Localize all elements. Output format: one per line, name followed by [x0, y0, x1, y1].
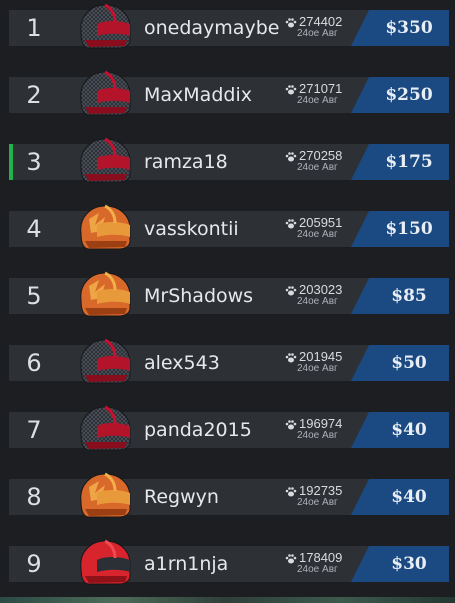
score-block: 274402 24ое Авг [285, 14, 357, 44]
score-date: 24ое Авг [297, 28, 338, 39]
prize-badge: $30 [351, 546, 449, 582]
score-block: 178409 24ое Авг [285, 550, 357, 580]
rank-number: 9 [26, 550, 42, 578]
player-name[interactable]: a1rn1nja [144, 546, 228, 582]
score-value: 271071 [299, 81, 343, 96]
score-value: 178409 [299, 550, 343, 565]
carbon-red-helmet-icon [75, 69, 133, 119]
score-block: 203023 24ое Авг [285, 282, 357, 312]
prize-badge: $250 [351, 77, 449, 113]
rank-number: 7 [26, 416, 42, 444]
player-name[interactable]: alex543 [144, 345, 220, 381]
rank-number: 5 [26, 282, 42, 310]
prize-amount: $150 [385, 219, 433, 239]
prize-badge: $175 [351, 144, 449, 180]
leaderboard-row[interactable]: 4 vasskontii 205951 24ое Авг $150 [9, 204, 449, 250]
rank-number: 4 [26, 215, 42, 243]
bottom-background-strip [0, 597, 455, 603]
prize-badge: $40 [351, 479, 449, 515]
player-name[interactable]: panda2015 [144, 412, 252, 448]
leaderboard-row[interactable]: 2 MaxMaddix 271071 24ое Авг $250 [9, 70, 449, 116]
score-date: 24ое Авг [297, 296, 338, 307]
player-name[interactable]: vasskontii [144, 211, 239, 247]
score-date: 24ое Авг [297, 229, 338, 240]
leaderboard-row[interactable]: 9 a1rn1nja 178409 24ое Авг $30 [9, 539, 449, 585]
leaderboard-row[interactable]: 1 onedaymaybe 274402 24ое Авг $350 [9, 3, 449, 49]
score-block: 201945 24ое Авг [285, 349, 357, 379]
orange-flame-helmet-icon [75, 270, 133, 320]
carbon-red-helmet-icon [75, 2, 133, 52]
player-name[interactable]: MaxMaddix [144, 77, 252, 113]
score-block: 192735 24ое Авг [285, 483, 357, 513]
score-date: 24ое Авг [297, 363, 338, 374]
score-block: 205951 24ое Авг [285, 215, 357, 245]
score-date: 24ое Авг [297, 430, 338, 441]
player-name[interactable]: MrShadows [144, 278, 253, 314]
rank-number: 8 [26, 483, 42, 511]
score-value: 203023 [299, 282, 343, 297]
red-helmet-icon [75, 538, 133, 588]
score-block: 196974 24ое Авг [285, 416, 357, 446]
carbon-red-helmet-icon [75, 136, 133, 186]
prize-amount: $30 [391, 554, 427, 574]
prize-amount: $350 [385, 18, 433, 38]
leaderboard-row[interactable]: 8 Regwyn 192735 24ое Авг $40 [9, 472, 449, 518]
score-value: 205951 [299, 215, 343, 230]
leaderboard: 1 onedaymaybe 274402 24ое Авг $350 2 MaxMaddix… [0, 0, 455, 603]
prize-badge: $40 [351, 412, 449, 448]
rank-number: 6 [26, 349, 42, 377]
prize-amount: $250 [385, 85, 433, 105]
prize-amount: $40 [391, 420, 427, 440]
orange-flame-helmet-icon [75, 203, 133, 253]
score-date: 24ое Авг [297, 564, 338, 575]
player-name[interactable]: ramza18 [144, 144, 228, 180]
score-value: 196974 [299, 416, 343, 431]
orange-flame-helmet-icon [75, 471, 133, 521]
leaderboard-row[interactable]: 6 alex543 201945 24ое Авг $50 [9, 338, 449, 384]
prize-amount: $85 [391, 286, 427, 306]
rank-number: 2 [26, 81, 42, 109]
player-name[interactable]: Regwyn [144, 479, 219, 515]
prize-amount: $175 [385, 152, 433, 172]
score-date: 24ое Авг [297, 95, 338, 106]
leaderboard-row[interactable]: 5 MrShadows 203023 24ое Авг $85 [9, 271, 449, 317]
carbon-red-helmet-icon [75, 404, 133, 454]
score-block: 270258 24ое Авг [285, 148, 357, 178]
score-block: 271071 24ое Авг [285, 81, 357, 111]
rank-number: 1 [26, 14, 42, 42]
prize-badge: $85 [351, 278, 449, 314]
rank-number: 3 [26, 148, 42, 176]
score-date: 24ое Авг [297, 162, 338, 173]
prize-amount: $50 [391, 353, 427, 373]
prize-amount: $40 [391, 487, 427, 507]
score-value: 270258 [299, 148, 343, 163]
score-value: 192735 [299, 483, 343, 498]
score-value: 274402 [299, 14, 343, 29]
prize-badge: $50 [351, 345, 449, 381]
leaderboard-row[interactable]: 3 ramza18 270258 24ое Авг $175 [9, 137, 449, 183]
leaderboard-row[interactable]: 7 panda2015 196974 24ое Авг $40 [9, 405, 449, 451]
player-name[interactable]: onedaymaybe [144, 10, 279, 46]
prize-badge: $350 [351, 10, 449, 46]
score-value: 201945 [299, 349, 343, 364]
score-date: 24ое Авг [297, 497, 338, 508]
prize-badge: $150 [351, 211, 449, 247]
carbon-red-helmet-icon [75, 337, 133, 387]
